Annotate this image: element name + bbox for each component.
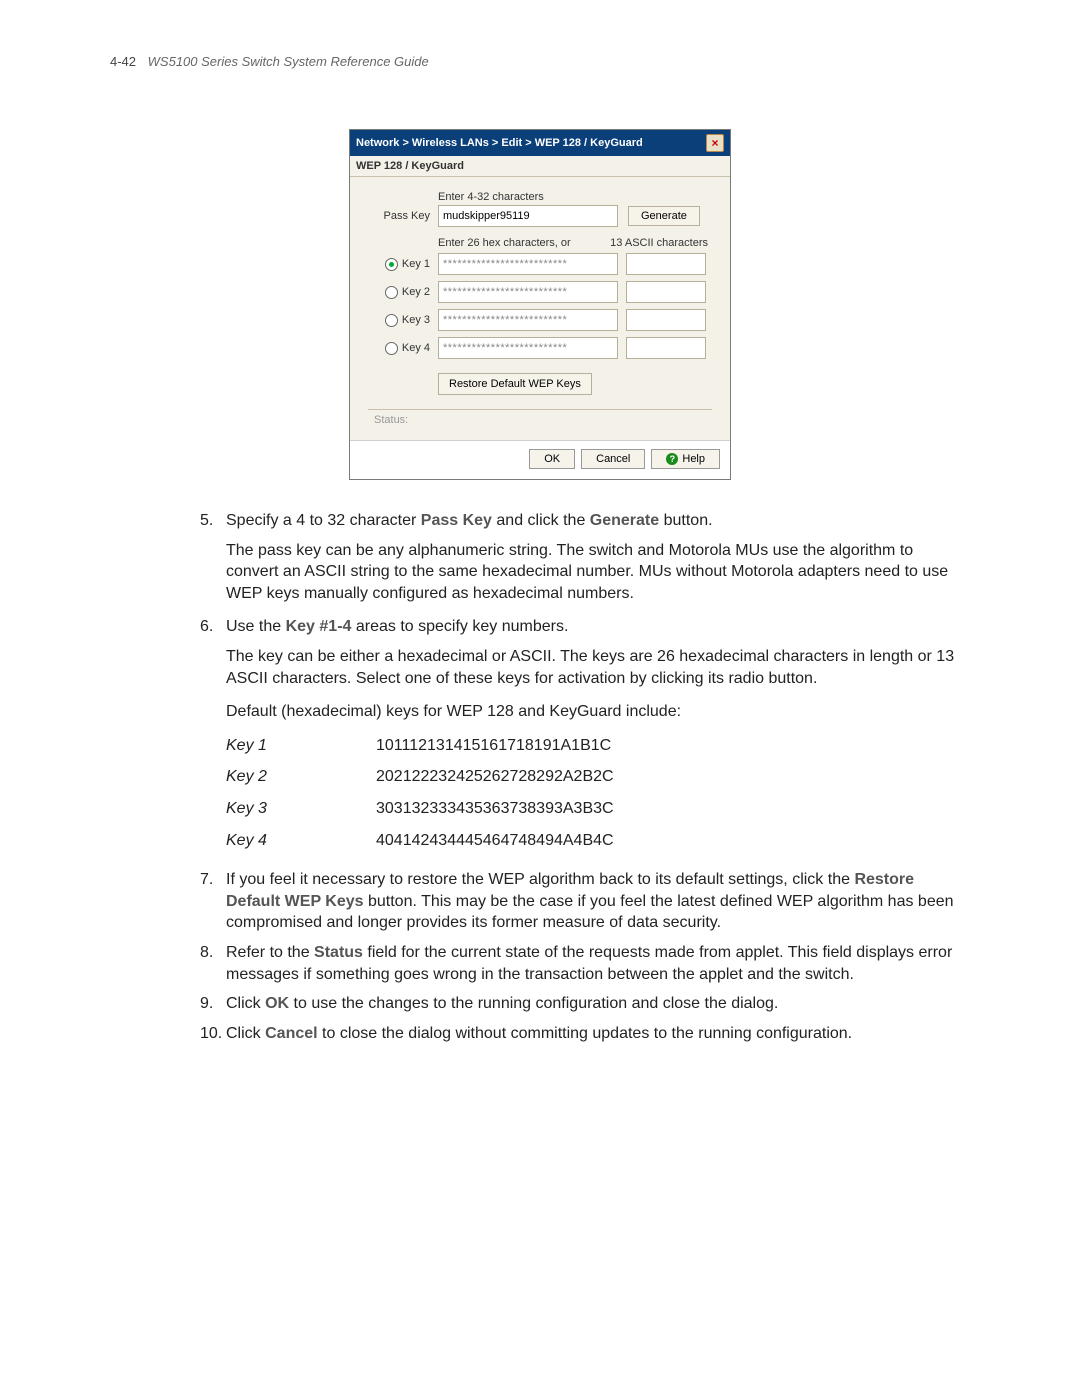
passkey-hint: Enter 4-32 characters [438, 191, 712, 203]
page-header: 4-42 WS5100 Series Switch System Referen… [110, 54, 970, 69]
key3-radio[interactable] [385, 314, 398, 327]
key2-hex-input[interactable] [438, 281, 618, 303]
doc-title: WS5100 Series Switch System Reference Gu… [148, 54, 429, 69]
text: to close the dialog without committing u… [318, 1025, 853, 1042]
step-number: 5. [200, 510, 226, 532]
text-bold: Generate [590, 512, 659, 529]
key1-hex-input[interactable] [438, 253, 618, 275]
section-label: WEP 128 / KeyGuard [350, 156, 730, 177]
status-label: Status: [368, 409, 712, 430]
step-7: 7. If you feel it necessary to restore t… [200, 869, 960, 934]
dialog-title-bar: Network > Wireless LANs > Edit > WEP 128… [350, 130, 730, 156]
generate-button[interactable]: Generate [628, 206, 700, 226]
key-value: 404142434445464748494A4B4C [376, 830, 614, 852]
key-value: 101112131415161718191A1B1C [376, 735, 611, 757]
key1-label: Key 1 [402, 258, 430, 270]
step-8: 8. Refer to the Status field for the cur… [200, 942, 960, 985]
key-label: Key 1 [226, 735, 376, 757]
text-bold: OK [265, 995, 289, 1012]
key3-ascii-input[interactable] [626, 309, 706, 331]
key4-ascii-input[interactable] [626, 337, 706, 359]
close-icon[interactable]: × [706, 134, 724, 152]
text: Use the [226, 618, 286, 635]
key1-ascii-input[interactable] [626, 253, 706, 275]
key-label: Key 2 [226, 766, 376, 788]
breadcrumb: Network > Wireless LANs > Edit > WEP 128… [356, 137, 643, 149]
key-label: Key 3 [226, 798, 376, 820]
hex-hint: Enter 26 hex characters, or [438, 237, 571, 249]
key1-radio[interactable] [385, 258, 398, 271]
wep-dialog: Network > Wireless LANs > Edit > WEP 128… [349, 129, 731, 480]
text-bold: Pass Key [421, 512, 492, 529]
key4-label: Key 4 [402, 342, 430, 354]
key2-label: Key 2 [402, 286, 430, 298]
text-bold: Key #1-4 [286, 618, 352, 635]
step-9: 9. Click OK to use the changes to the ru… [200, 993, 960, 1015]
step-5-follow: The pass key can be any alphanumeric str… [226, 540, 960, 605]
table-row: Key 3 303132333435363738393A3B3C [226, 798, 960, 820]
text: Click [226, 1025, 265, 1042]
help-icon: ? [666, 453, 678, 465]
key3-hex-input[interactable] [438, 309, 618, 331]
key3-label: Key 3 [402, 314, 430, 326]
table-row: Key 2 202122232425262728292A2B2C [226, 766, 960, 788]
ascii-hint: 13 ASCII characters [610, 237, 708, 249]
step-6-follow1: The key can be either a hexadecimal or A… [226, 646, 960, 689]
text: If you feel it necessary to restore the … [226, 871, 854, 888]
passkey-input[interactable] [438, 205, 618, 227]
key2-ascii-input[interactable] [626, 281, 706, 303]
text: Refer to the [226, 944, 314, 961]
text: Click [226, 995, 265, 1012]
cancel-button[interactable]: Cancel [581, 449, 645, 469]
step-number: 10. [200, 1023, 226, 1045]
ok-button[interactable]: OK [529, 449, 575, 469]
text: Specify a 4 to 32 character [226, 512, 421, 529]
table-row: Key 4 404142434445464748494A4B4C [226, 830, 960, 852]
key4-hex-input[interactable] [438, 337, 618, 359]
help-label: Help [682, 453, 705, 465]
step-number: 7. [200, 869, 226, 934]
text: areas to specify key numbers. [351, 618, 568, 635]
help-button[interactable]: ? Help [651, 449, 720, 469]
key-label: Key 4 [226, 830, 376, 852]
key-value: 202122232425262728292A2B2C [376, 766, 614, 788]
passkey-label: Pass Key [368, 210, 438, 222]
table-row: Key 1 101112131415161718191A1B1C [226, 735, 960, 757]
step-6: 6. Use the Key #1-4 areas to specify key… [200, 616, 960, 638]
step-6-follow2: Default (hexadecimal) keys for WEP 128 a… [226, 701, 960, 723]
step-5: 5. Specify a 4 to 32 character Pass Key … [200, 510, 960, 532]
default-keys-table: Key 1 101112131415161718191A1B1C Key 2 2… [226, 735, 960, 851]
step-10: 10. Click Cancel to close the dialog wit… [200, 1023, 960, 1045]
text: to use the changes to the running config… [289, 995, 778, 1012]
text: and click the [492, 512, 590, 529]
key2-radio[interactable] [385, 286, 398, 299]
step-number: 6. [200, 616, 226, 638]
key4-radio[interactable] [385, 342, 398, 355]
step-number: 8. [200, 942, 226, 985]
text: button. [659, 512, 712, 529]
step-number: 9. [200, 993, 226, 1015]
page-number: 4-42 [110, 54, 136, 69]
restore-default-button[interactable]: Restore Default WEP Keys [438, 373, 592, 395]
text-bold: Cancel [265, 1025, 317, 1042]
text-bold: Status [314, 944, 363, 961]
key-value: 303132333435363738393A3B3C [376, 798, 614, 820]
